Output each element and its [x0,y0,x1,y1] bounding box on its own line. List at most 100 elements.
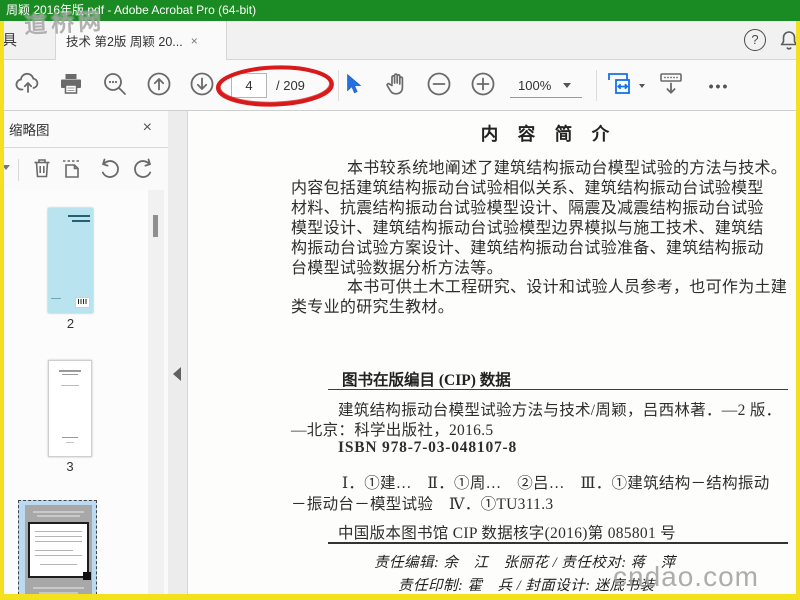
doc-text-line: 本书较系统地阐述了建筑结构振动台模型试验的方法与技术。 [347,160,788,177]
previous-page-button[interactable] [141,71,177,101]
thumb-decoration [59,370,81,372]
search-icon [101,70,129,103]
screenshot-border [796,21,800,600]
thumb-decoration [35,555,82,556]
cip-isbn-line: ISBN 978-7-03-048107-8 [338,439,518,456]
thumb-decoration [68,215,90,217]
doc-section-heading: 内 容 简 介 [480,124,611,144]
doc-text-line: 类专业的研究生教材。 [291,299,455,317]
scrollbar-thumb[interactable] [153,215,158,237]
thumb-decoration [35,541,82,542]
zoom-in-button[interactable] [465,71,501,101]
cip-rule-top [328,389,788,390]
fit-width-icon [606,71,636,102]
doc-text-line: 模型设计、建筑结构振动台试验模型边界模拟与施工技术、建筑结 [291,219,764,237]
thumb-decoration [35,536,82,537]
thumbnail-page-4-selected[interactable] [18,500,97,594]
rotate-ccw-icon [97,156,121,185]
fit-width-button[interactable] [602,71,648,101]
thumb-decoration [51,298,61,299]
print-icon [58,71,84,102]
thumbnail-scrollbar[interactable] [148,190,164,594]
insert-page-icon [60,156,84,185]
zoom-level-select[interactable]: 100% [510,74,582,98]
thumb-decoration [66,442,74,443]
thumb-decoration [33,587,84,589]
document-page[interactable]: 内 容 简 介 本书较系统地阐述了建筑结构振动台模型试验的方法与技术。 内容包括… [188,111,796,594]
arrow-up-circle-icon [145,70,173,103]
tab-close-icon[interactable]: × [191,34,198,48]
panel-splitter[interactable] [168,111,188,594]
tab-bar: 具 技术 第2版 周颖 20... × ? [0,21,800,60]
hand-tool-button[interactable] [378,71,414,101]
page-view-box[interactable] [28,522,91,580]
doc-text-line: 构振动台试验方案设计、建筑结构振动台试验准备、建筑结构振动 [291,239,764,257]
rotate-left-button[interactable] [96,157,122,183]
panel-toolbar-separator [18,159,19,181]
cip-line: Ⅰ．①建… Ⅱ．①周… ②吕… Ⅲ．①建筑结构－结构振动 [342,475,770,492]
rotate-right-button[interactable] [131,157,157,183]
thumb-decoration [40,564,77,565]
thumbnail-page-2-label: 2 [66,316,75,331]
cip-line: 中国版本图书馆 CIP 数据核字(2016)第 085801 号 [338,525,676,542]
site-watermark: cndao.com [613,561,759,592]
thumbnail-page-3[interactable] [48,360,92,457]
delete-pages-button[interactable] [29,157,55,183]
cip-line: －振动台－模型试验 Ⅳ．①TU311.3 [291,496,554,513]
rotate-cw-icon [132,156,156,185]
doc-text-line: 内容包括建筑结构振动台试验相似关系、建筑结构振动台试验模型 [291,179,764,197]
barcode [75,297,90,308]
caret-down-icon [638,84,645,88]
select-tool-button[interactable] [335,71,371,101]
doc-text-line: 材料、抗震结构振动台试验模型设计、隔震及减震结构振动台试验 [291,199,764,217]
thumb-decoration [62,436,78,438]
main-toolbar: / 209 100% ••• [0,60,800,111]
doc-text-line: 本书可供土木工程研究、设计和试验人员参考，也可作为土建 [347,279,788,297]
screenshot-border [0,594,800,600]
screenshot-watermark: 道桥网 [23,8,106,39]
page-number-annotation [212,61,338,116]
panel-title: 缩略图 [9,123,50,138]
share-button[interactable] [10,71,46,101]
thumb-decoration [61,385,79,386]
panel-options-icon[interactable] [4,165,10,170]
cip-heading: 图书在版编目 (CIP) 数据 [342,372,511,389]
help-icon: ? [751,32,759,47]
thumbnail-list: 2 3 [4,190,148,594]
zoom-level-value: 100% [518,78,552,93]
page-scrolling-button[interactable] [653,71,689,101]
zoom-out-button[interactable] [421,71,457,101]
insert-pages-button[interactable] [59,157,85,183]
view-box-resize-handle[interactable] [83,572,91,580]
thumbnail-page-2[interactable] [48,208,93,313]
toolbar-separator [596,70,597,101]
thumbnails-panel: 缩略图 × 2 3 [4,111,168,594]
thumb-decoration [35,550,73,551]
doc-text-line: 台模型试验数据分析方法等。 [291,259,503,277]
thumb-decoration [35,531,82,532]
cip-line: 建筑结构振动台模型试验方法与技术/周颖，吕西林著．—2 版． [338,402,782,419]
more-tools-button[interactable]: ••• [700,71,738,101]
cip-rule-bottom [328,542,788,544]
scroll-pages-icon [657,70,685,103]
panel-close-icon[interactable]: × [143,119,152,137]
thumb-decoration [62,374,78,375]
caret-down-icon [563,83,572,88]
doc-intro-paragraphs: 本书较系统地阐述了建筑结构振动台模型试验的方法与技术。 内容包括建筑结构振动台试… [291,159,793,318]
cip-line: —北京：科学出版社，2016.5 [291,422,494,439]
screenshot-border [0,21,4,600]
help-button[interactable]: ? [744,29,766,51]
panel-header: 缩略图 × [4,111,168,148]
collapse-panel-icon[interactable] [173,367,181,381]
print-button[interactable] [53,71,89,101]
thumb-decoration [37,515,80,517]
acrobat-window: 周颖 2016年版.pdf - Adobe Acrobat Pro (64-bi… [0,0,800,600]
window-titlebar: 周颖 2016年版.pdf - Adobe Acrobat Pro (64-bi… [0,0,800,21]
plus-circle-icon [469,70,497,103]
pointer-icon [341,72,365,101]
minus-circle-icon [425,70,453,103]
thumb-page-image [25,505,92,594]
thumb-decoration [72,220,90,222]
panel-toolbar [4,149,168,189]
search-button[interactable] [97,71,133,101]
